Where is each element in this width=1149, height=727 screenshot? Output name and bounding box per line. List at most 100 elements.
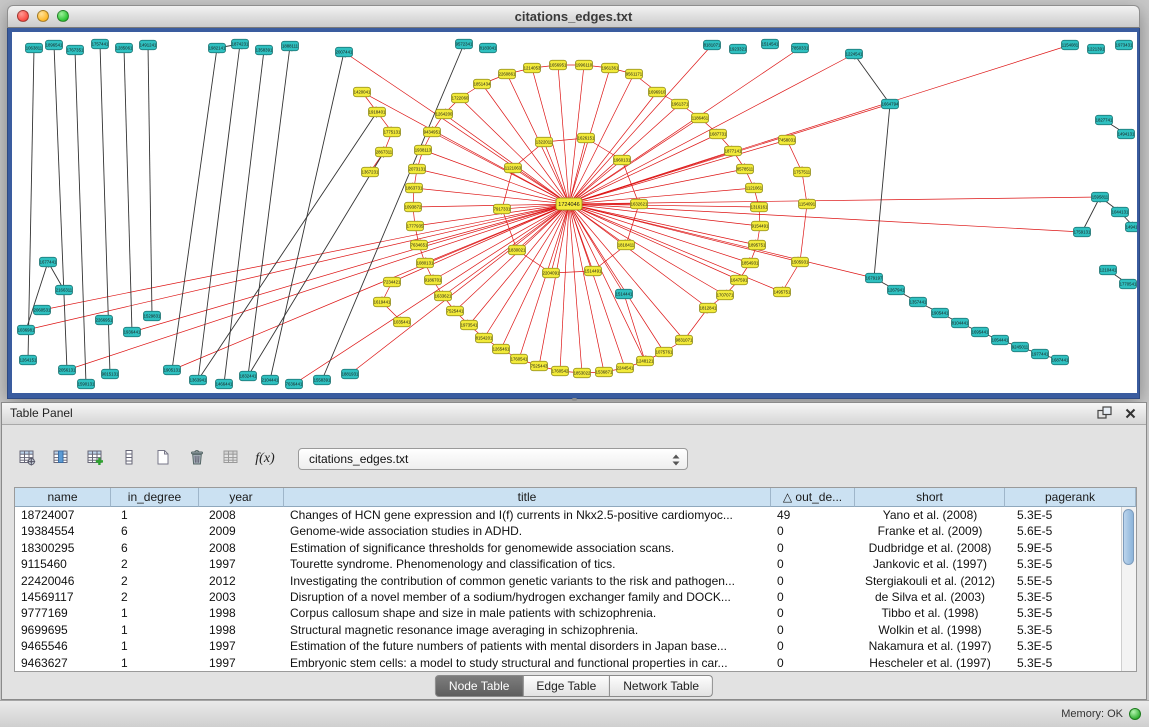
cell-title[interactable]: Investigating the contribution of common… [284,573,771,589]
graph-node[interactable]: 1491241 [140,40,157,50]
cell-pagerank[interactable]: 5.3E-5 [1005,589,1121,605]
cell-out_de[interactable]: 0 [771,573,855,589]
graph-node[interactable]: 1832441 [240,371,257,381]
graph-node[interactable]: 1960131 [614,155,631,165]
graph-node[interactable]: 2204091 [543,268,560,278]
graph-node[interactable]: 7917331 [494,204,511,214]
column-header-year[interactable]: year [199,488,284,507]
cell-name[interactable]: 18300295 [15,540,111,556]
network-canvas[interactable]: 1724046185143417220601264200943495119381… [12,32,1137,393]
row-tools-button[interactable] [116,447,142,471]
cell-out_de[interactable]: 0 [771,540,855,556]
cell-short[interactable]: Jankovic et al. (1997) [855,556,1005,572]
network-selector-dropdown[interactable]: citations_edges.txt [298,448,688,470]
graph-node[interactable]: 1514441 [616,289,633,299]
cell-out_de[interactable]: 49 [771,507,855,523]
cell-short[interactable]: Nakamura et al. (1997) [855,638,1005,654]
cell-short[interactable]: Stergiakouli et al. (2012) [855,573,1005,589]
cell-pagerank[interactable]: 5.9E-5 [1005,540,1121,556]
graph-node[interactable]: 1827741 [1096,115,1113,125]
cell-name[interactable]: 9699695 [15,622,111,638]
cell-in_degree[interactable]: 6 [111,540,199,556]
graph-node[interactable]: 1996110 [576,60,593,70]
graph-node[interactable]: 1267941 [888,285,905,295]
graph-node[interactable]: 9572341 [456,39,473,49]
graph-node[interactable]: 7636441 [286,379,303,389]
graph-node[interactable]: 9434951 [424,127,441,137]
graph-node[interactable]: 1536871 [596,367,613,377]
cell-title[interactable]: Genome-wide association studies in ADHD. [284,523,771,539]
graph-node[interactable]: 1221391 [1088,44,1105,54]
cell-name[interactable]: 9465546 [15,638,111,654]
graph-node[interactable]: 1186461 [692,113,709,123]
graph-node[interactable]: 1679197 [866,273,883,283]
graph-node[interactable]: 1895751 [749,240,766,250]
cell-name[interactable]: 9777169 [15,605,111,621]
graph-node[interactable]: 1757511 [794,167,811,177]
cell-pagerank[interactable]: 5.3E-5 [1005,605,1121,621]
network-window-titlebar[interactable]: citations_edges.txt [7,5,1140,28]
graph-node[interactable]: 1322011 [536,137,553,147]
graph-node[interactable]: 1687731 [710,129,727,139]
graph-node[interactable]: 1724046 [556,198,582,210]
cell-pagerank[interactable]: 5.3E-5 [1005,622,1121,638]
graph-node[interactable]: 9245011 [1012,342,1029,352]
graph-node[interactable]: 1075761 [656,347,673,357]
graph-node[interactable]: 8154201 [476,333,493,343]
cell-pagerank[interactable]: 5.6E-5 [1005,523,1121,539]
tab-edge-table[interactable]: Edge Table [523,675,610,697]
graph-node[interactable]: 1973541 [461,320,478,330]
show-columns-button[interactable] [48,447,74,471]
cell-year[interactable]: 1998 [199,605,284,621]
graph-node[interactable]: 1420041 [354,87,371,97]
graph-node[interactable]: 1036981 [18,325,35,335]
tab-node-table[interactable]: Node Table [435,675,524,697]
table-row[interactable]: 1830029562008Estimation of significance … [15,540,1121,556]
column-header-in_degree[interactable]: in_degree [111,488,199,507]
graph-node[interactable]: 1265461 [493,344,510,354]
graph-node[interactable]: 1505931 [792,257,809,267]
graph-node[interactable]: 1514491 [585,266,602,276]
table-panel-header[interactable]: Table Panel [2,403,1146,425]
cell-out_de[interactable]: 0 [771,523,855,539]
function-builder-button[interactable]: f(x) [252,447,278,471]
table-row[interactable]: 1456911722003Disruption of a novel membe… [15,589,1121,605]
cell-pagerank[interactable]: 5.5E-5 [1005,573,1121,589]
graph-node[interactable]: 1863731 [406,183,423,193]
graph-node[interactable]: 1830021 [509,245,526,255]
cell-out_de[interactable]: 0 [771,605,855,621]
graph-node[interactable]: 1851434 [474,79,491,89]
cell-year[interactable]: 2008 [199,507,284,523]
graph-node[interactable]: 1770541 [1120,279,1137,289]
graph-node[interactable]: 1214053 [524,63,541,73]
graph-node[interactable]: 7234421 [384,277,401,287]
graph-node[interactable]: 9154491 [752,221,769,231]
graph-node[interactable]: 1757441 [92,39,109,49]
graph-node[interactable]: 8181071 [704,40,721,50]
cell-in_degree[interactable]: 1 [111,638,199,654]
graph-node[interactable]: 2244541 [617,363,634,373]
cell-pagerank[interactable]: 5.3E-5 [1005,556,1121,572]
graph-node[interactable]: 8183041 [480,43,497,53]
graph-node[interactable]: 1687441 [1052,355,1069,365]
graph-node[interactable]: 1961361 [602,63,619,73]
cell-title[interactable]: Tourette syndrome. Phenomenology and cla… [284,556,771,572]
graph-node[interactable]: 1918401 [369,107,386,117]
cell-title[interactable]: Embryonic stem cells: a model to study s… [284,655,771,671]
graph-node[interactable]: 1558391 [314,375,331,385]
close-panel-icon[interactable] [1122,405,1138,421]
memory-status-icon[interactable] [1129,708,1141,720]
graph-node[interactable]: 1759131 [1074,227,1091,237]
graph-node[interactable]: 2260861 [499,69,516,79]
cell-out_de[interactable]: 0 [771,638,855,654]
table-vertical-scrollbar[interactable] [1121,507,1136,671]
cell-name[interactable]: 19384554 [15,523,111,539]
cell-out_de[interactable]: 0 [771,655,855,671]
create-table-button[interactable] [150,447,176,471]
column-header-name[interactable]: name [15,488,111,507]
graph-node[interactable]: 1595811 [1092,192,1109,202]
graph-node[interactable]: 1767351 [67,45,84,55]
float-panel-icon[interactable] [1096,405,1112,421]
cell-in_degree[interactable]: 2 [111,556,199,572]
graph-node[interactable]: 7458031 [779,135,796,145]
